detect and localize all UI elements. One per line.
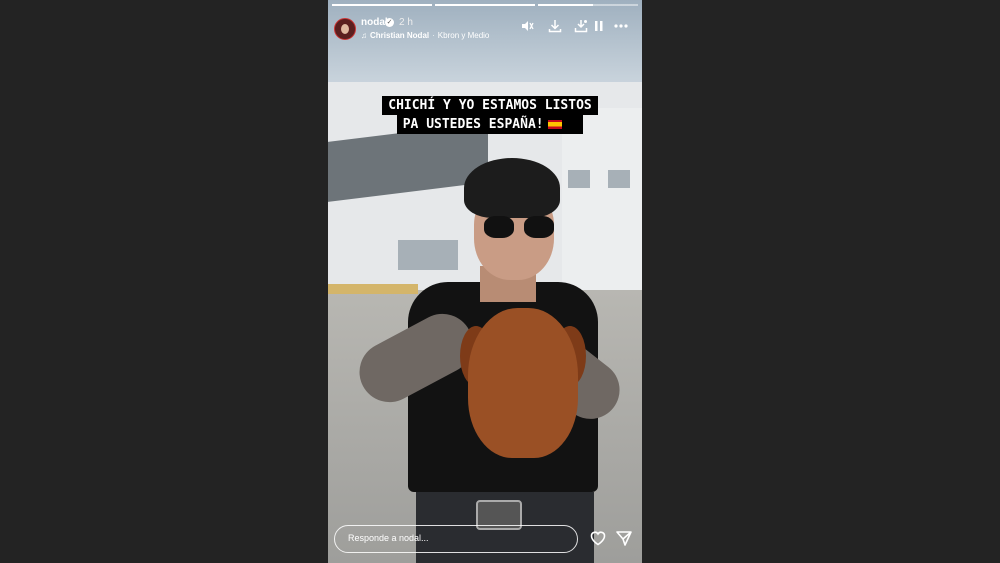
caption-line-1: CHICHÍ Y YO ESTAMOS LISTOS: [382, 96, 598, 115]
story-photo-subject: [348, 158, 632, 563]
hair: [464, 158, 560, 218]
download-icon[interactable]: [546, 18, 564, 38]
story-caption: CHICHÍ Y YO ESTAMOS LISTOS PA USTEDES ES…: [350, 96, 630, 134]
time-ago: 2 h: [399, 17, 413, 28]
spain-flag-emoji: [547, 120, 562, 129]
music-attribution[interactable]: ♫ Christian Nodal · Kbron y Medio: [361, 31, 489, 40]
puppy: [468, 308, 578, 458]
caption-line-2-text: PA USTEDES ESPAÑA!: [402, 117, 544, 132]
story-viewer[interactable]: nodal ✓ 2 h ♫ Christian Nodal · Kbron y …: [328, 0, 642, 563]
progress-segment: [332, 4, 432, 6]
sunglasses: [484, 216, 564, 238]
send-icon[interactable]: [614, 528, 634, 548]
reply-input[interactable]: Responde a nodal...: [334, 525, 578, 553]
avatar[interactable]: [334, 18, 356, 40]
pause-icon[interactable]: [590, 18, 608, 38]
progress-segment: [435, 4, 535, 6]
username[interactable]: nodal: [361, 17, 388, 28]
music-note-icon: ♫: [361, 31, 367, 40]
progress-segment-current: [538, 4, 638, 6]
reply-placeholder: Responde a nodal...: [348, 533, 429, 543]
caption-line-2: PA USTEDES ESPAÑA!: [396, 115, 584, 134]
heart-icon[interactable]: [588, 528, 608, 548]
story-progress-bar: [332, 4, 638, 6]
save-icon[interactable]: [572, 18, 590, 38]
music-artist: Christian Nodal: [370, 31, 430, 40]
music-separator: ·: [432, 31, 435, 40]
mute-icon[interactable]: [518, 18, 536, 38]
more-icon[interactable]: [612, 18, 630, 38]
music-song: Kbron y Medio: [437, 31, 490, 40]
verified-badge-icon: ✓: [385, 18, 394, 27]
